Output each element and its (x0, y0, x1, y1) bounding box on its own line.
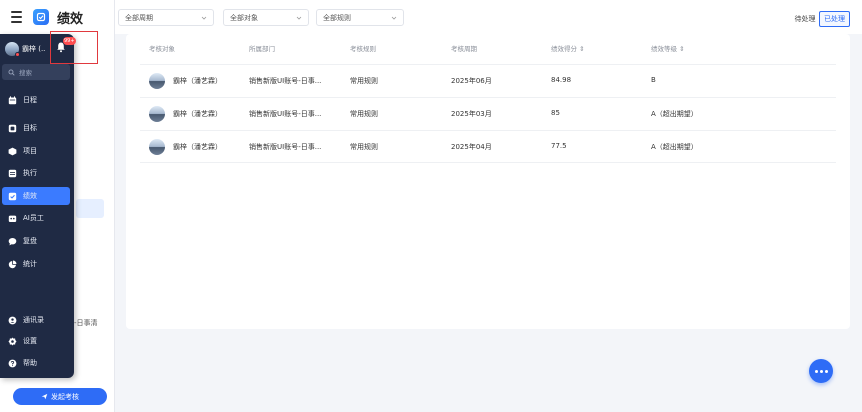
header-department: 所属部门 (249, 45, 275, 53)
table-row[interactable]: 霸梓（潘艺霖） 销售新版UI账号-日事... 常用规则 2025年06月 84.… (140, 64, 836, 97)
nav-item-stats[interactable]: 统计 (2, 255, 70, 273)
table-row[interactable]: 霸梓（潘艺霖） 销售新版UI账号-日事... 常用规则 2025年04月 77.… (140, 130, 836, 163)
performance-icon (8, 192, 17, 201)
robot-icon (8, 214, 17, 223)
hamburger-menu-icon[interactable] (9, 9, 25, 25)
target-icon (8, 124, 17, 133)
target-filter-select[interactable]: 全部对象 (223, 9, 309, 26)
header-grade-sortable[interactable]: 绩效等级 ⇕ (651, 43, 685, 53)
nav-item-label: 复盘 (23, 237, 37, 245)
header-score-sortable[interactable]: 绩效得分 ⇕ (551, 43, 585, 53)
cell-rule: 常用规则 (350, 77, 378, 85)
performance-app-icon (33, 9, 49, 25)
cell-grade: A（超出期望） (651, 110, 698, 118)
cell-target: 霸梓（潘艺霖） (173, 77, 222, 85)
cell-rule: 常用规则 (350, 110, 378, 118)
send-icon (41, 393, 48, 400)
nav-dropdown-menu: 霸梓 (... 99+ 搜索 日程 目标 项目 执行 绩效 AI员工 复盘 统计… (0, 34, 76, 378)
cell-target: 霸梓（潘艺霖） (173, 110, 222, 118)
nav-item-contacts[interactable]: 通讯录 (2, 311, 70, 329)
nav-item-label: 执行 (23, 169, 37, 177)
nav-search-input[interactable]: 搜索 (2, 64, 70, 80)
dot-icon (819, 369, 823, 373)
nav-item-goals[interactable]: 目标 (2, 119, 70, 137)
performance-table-card: 考核对象 所属部门 考核规则 考核周期 绩效得分 ⇕ 绩效等级 ⇕ 霸梓（潘艺霖… (126, 34, 850, 329)
avatar (5, 42, 20, 57)
target-filter-value: 全部对象 (230, 13, 258, 22)
help-icon (8, 359, 17, 368)
project-icon (8, 147, 17, 156)
processed-tab[interactable]: 已处理 (819, 11, 850, 27)
start-review-button[interactable]: 发起考核 (13, 388, 107, 405)
cell-grade: B (651, 76, 656, 84)
more-actions-fab[interactable] (809, 359, 833, 383)
status-dot (15, 52, 20, 57)
cell-period: 2025年03月 (451, 110, 492, 118)
nav-item-review[interactable]: 复盘 (2, 232, 70, 250)
nav-item-label: 通讯录 (23, 316, 44, 324)
annotation-highlight-box (50, 31, 98, 64)
org-name-text: -日事清 (74, 319, 98, 327)
header-target: 考核对象 (149, 45, 175, 53)
avatar (149, 139, 165, 155)
profile-name: 霸梓 (... (22, 45, 46, 53)
chevron-down-icon (201, 16, 207, 20)
cell-score: 77.5 (551, 142, 567, 150)
nav-search-placeholder: 搜索 (19, 69, 32, 77)
gear-icon (8, 337, 17, 346)
dot-icon (824, 369, 828, 373)
list-icon (8, 169, 17, 178)
avatar (149, 73, 165, 89)
calendar-icon (8, 95, 17, 105)
nav-item-schedule[interactable]: 日程 (2, 91, 70, 109)
cell-score: 84.98 (551, 76, 572, 84)
period-filter-select[interactable]: 全部周期 (118, 9, 214, 26)
cell-department: 销售新版UI账号-日事... (249, 143, 322, 151)
cell-department: 销售新版UI账号-日事... (249, 77, 322, 85)
period-filter-value: 全部周期 (125, 13, 153, 22)
chevron-down-icon (296, 16, 302, 20)
avatar (149, 106, 165, 122)
app-root: 绩效 -日事清 发起考核 全部周期 全部对象 全部规则 待处理 已处理 考核对象… (0, 0, 862, 412)
rule-filter-value: 全部规则 (323, 13, 351, 22)
cell-grade: A（超出期望） (651, 143, 698, 151)
cell-period: 2025年04月 (451, 143, 492, 151)
cell-period: 2025年06月 (451, 77, 492, 85)
contacts-icon (8, 316, 17, 325)
nav-item-label: 设置 (23, 337, 37, 345)
pie-chart-icon (8, 260, 17, 269)
cell-score: 85 (551, 109, 560, 117)
sidebar-active-highlight (76, 199, 104, 218)
chat-icon (8, 237, 17, 246)
nav-item-settings[interactable]: 设置 (2, 332, 70, 350)
cell-rule: 常用规则 (350, 143, 378, 151)
start-review-label: 发起考核 (51, 392, 79, 401)
nav-item-execution[interactable]: 执行 (2, 164, 70, 182)
nav-item-label: 统计 (23, 260, 37, 268)
nav-item-label: AI员工 (23, 214, 44, 222)
nav-item-ai-staff[interactable]: AI员工 (2, 209, 70, 227)
nav-item-label: 帮助 (23, 359, 37, 367)
cell-department: 销售新版UI账号-日事... (249, 110, 322, 118)
nav-item-performance[interactable]: 绩效 (2, 187, 70, 205)
search-icon (8, 69, 15, 76)
cell-target: 霸梓（潘艺霖） (173, 143, 222, 151)
nav-item-projects[interactable]: 项目 (2, 142, 70, 160)
app-title: 绩效 (57, 11, 84, 27)
nav-item-help[interactable]: 帮助 (2, 354, 70, 372)
app-header: 绩效 (0, 0, 115, 34)
chevron-down-icon (391, 16, 397, 20)
nav-item-label: 日程 (23, 96, 37, 104)
header-period: 考核周期 (451, 45, 477, 53)
nav-item-label: 目标 (23, 124, 37, 132)
nav-item-label: 项目 (23, 147, 37, 155)
dot-icon (814, 369, 818, 373)
header-rule: 考核规则 (350, 45, 376, 53)
nav-item-label: 绩效 (23, 192, 37, 200)
table-row[interactable]: 霸梓（潘艺霖） 销售新版UI账号-日事... 常用规则 2025年03月 85 … (140, 97, 836, 130)
pending-tab[interactable]: 待处理 (790, 11, 820, 27)
rule-filter-select[interactable]: 全部规则 (316, 9, 404, 26)
